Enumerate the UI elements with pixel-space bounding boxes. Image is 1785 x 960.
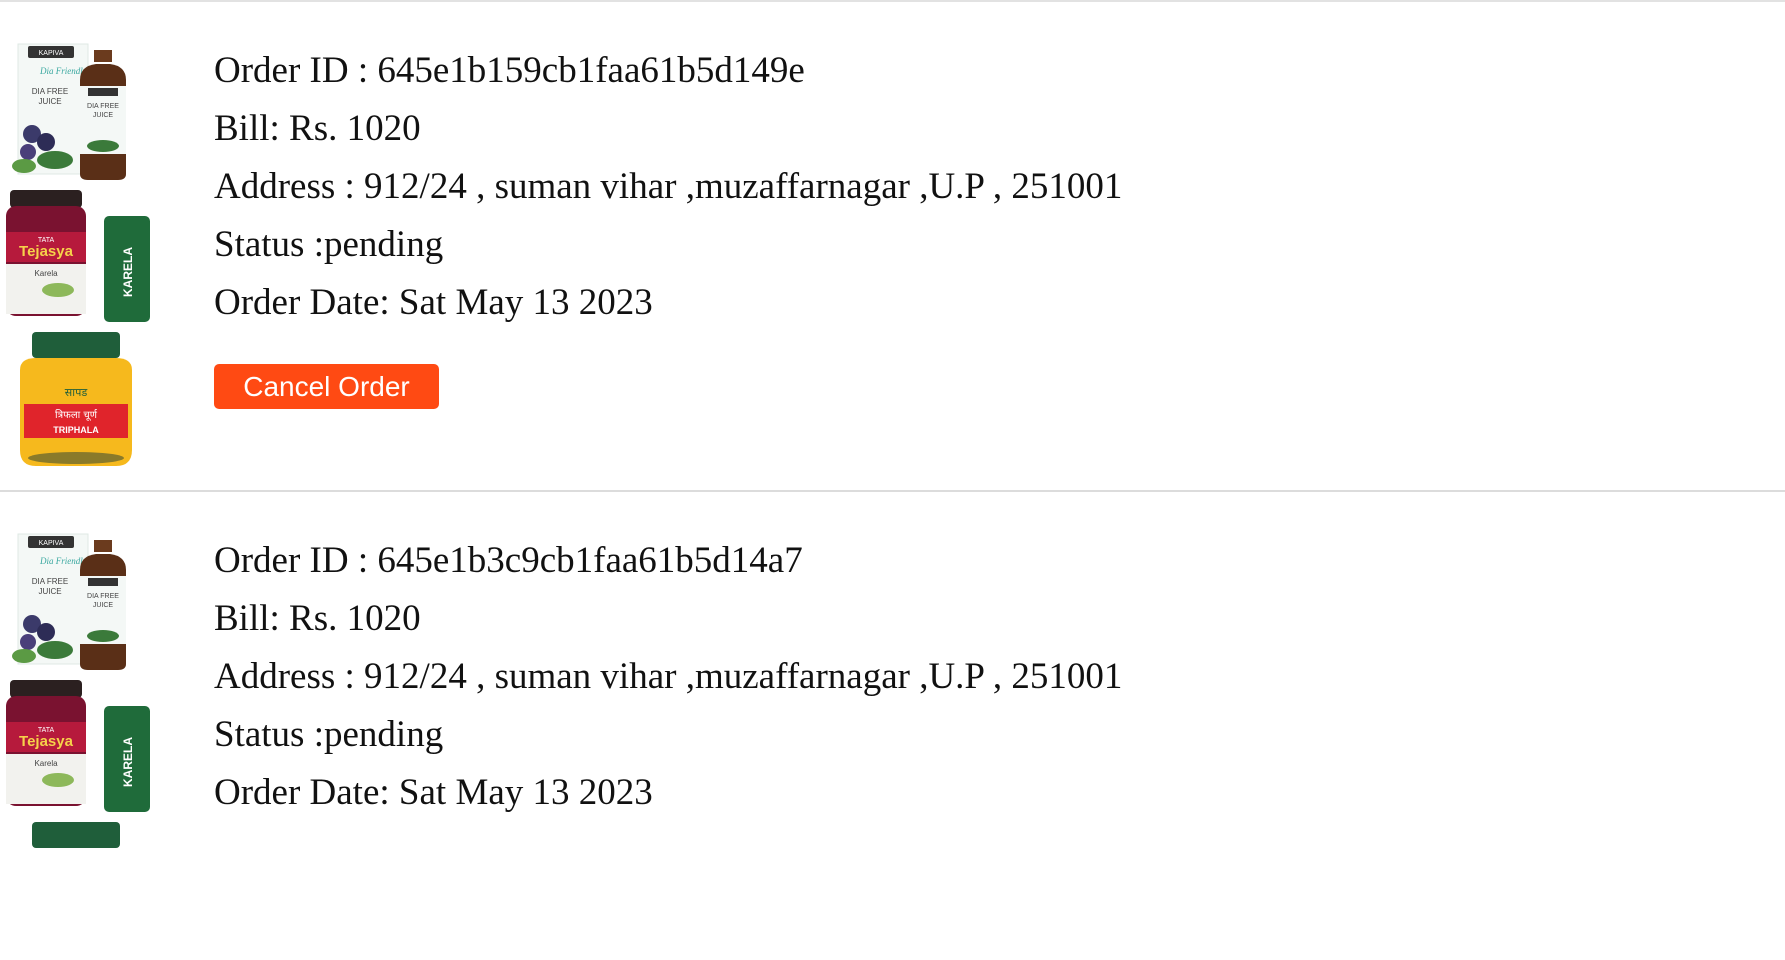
svg-text:KARELA: KARELA xyxy=(121,737,135,787)
svg-text:KAPIVA: KAPIVA xyxy=(39,540,64,547)
svg-text:सापड: सापड xyxy=(65,386,88,399)
order-bill: Bill: Rs. 1020 xyxy=(214,598,421,639)
cancel-order-button[interactable]: Cancel Order xyxy=(214,364,439,409)
svg-text:JUICE: JUICE xyxy=(38,97,61,106)
svg-text:Dia Friendly: Dia Friendly xyxy=(39,66,87,76)
svg-text:DIA FREE: DIA FREE xyxy=(87,593,119,600)
svg-text:KAPIVA: KAPIVA xyxy=(39,50,64,57)
order-card: KAPIVA Dia Friendly DIA FREE JUICE DIA F… xyxy=(0,2,1785,492)
svg-text:Karela: Karela xyxy=(34,759,58,768)
svg-text:KARELA: KARELA xyxy=(121,247,135,297)
svg-text:DIA FREE: DIA FREE xyxy=(87,103,119,110)
order-bill: Bill: Rs. 1020 xyxy=(214,108,421,149)
svg-text:JUICE: JUICE xyxy=(93,112,114,119)
order-address: Address : 912/24 , suman vihar ,muzaffar… xyxy=(214,656,1123,697)
svg-text:Tejasya: Tejasya xyxy=(19,733,74,750)
order-date: Order Date: Sat May 13 2023 xyxy=(214,282,653,323)
product-image-triphala: सापड त्रिफला चूर्ण TRIPHALA xyxy=(20,332,132,466)
order-date: Order Date: Sat May 13 2023 xyxy=(214,772,653,813)
svg-text:Dia Friendly: Dia Friendly xyxy=(39,556,87,566)
product-image-tejasya-karela: TATA Tejasya Karela KARELA xyxy=(6,680,150,812)
product-image-tejasya-karela: TATA Tejasya Karela KARELA xyxy=(6,190,150,322)
product-image-triphala-partial xyxy=(32,822,120,848)
svg-text:DIA FREE: DIA FREE xyxy=(32,87,68,96)
order-details: Order ID : 645e1b159cb1faa61b5d149e Bill… xyxy=(214,42,1123,409)
product-image-dia-free-juice: KAPIVA Dia Friendly DIA FREE JUICE DIA F… xyxy=(12,43,126,180)
order-address: Address : 912/24 , suman vihar ,muzaffar… xyxy=(214,166,1123,207)
svg-text:Tejasya: Tejasya xyxy=(19,243,74,260)
svg-text:JUICE: JUICE xyxy=(38,587,61,596)
order-id: Order ID : 645e1b3c9cb1faa61b5d14a7 xyxy=(214,540,803,581)
svg-text:Karela: Karela xyxy=(34,269,58,278)
order-card: KAPIVA Dia Friendly DIA FREE JUICE DIA F… xyxy=(0,492,1785,852)
product-image-dia-free-juice: KAPIVA Dia Friendly DIA FREE JUICE DIA F… xyxy=(12,533,126,670)
svg-text:JUICE: JUICE xyxy=(93,602,114,609)
svg-text:TRIPHALA: TRIPHALA xyxy=(53,425,99,435)
order-id: Order ID : 645e1b159cb1faa61b5d149e xyxy=(214,50,805,91)
order-status: Status :pending xyxy=(214,714,444,755)
svg-text:त्रिफला चूर्ण: त्रिफला चूर्ण xyxy=(55,409,98,421)
order-status: Status :pending xyxy=(214,224,444,265)
svg-text:DIA FREE: DIA FREE xyxy=(32,577,68,586)
order-details: Order ID : 645e1b3c9cb1faa61b5d14a7 Bill… xyxy=(214,532,1122,822)
